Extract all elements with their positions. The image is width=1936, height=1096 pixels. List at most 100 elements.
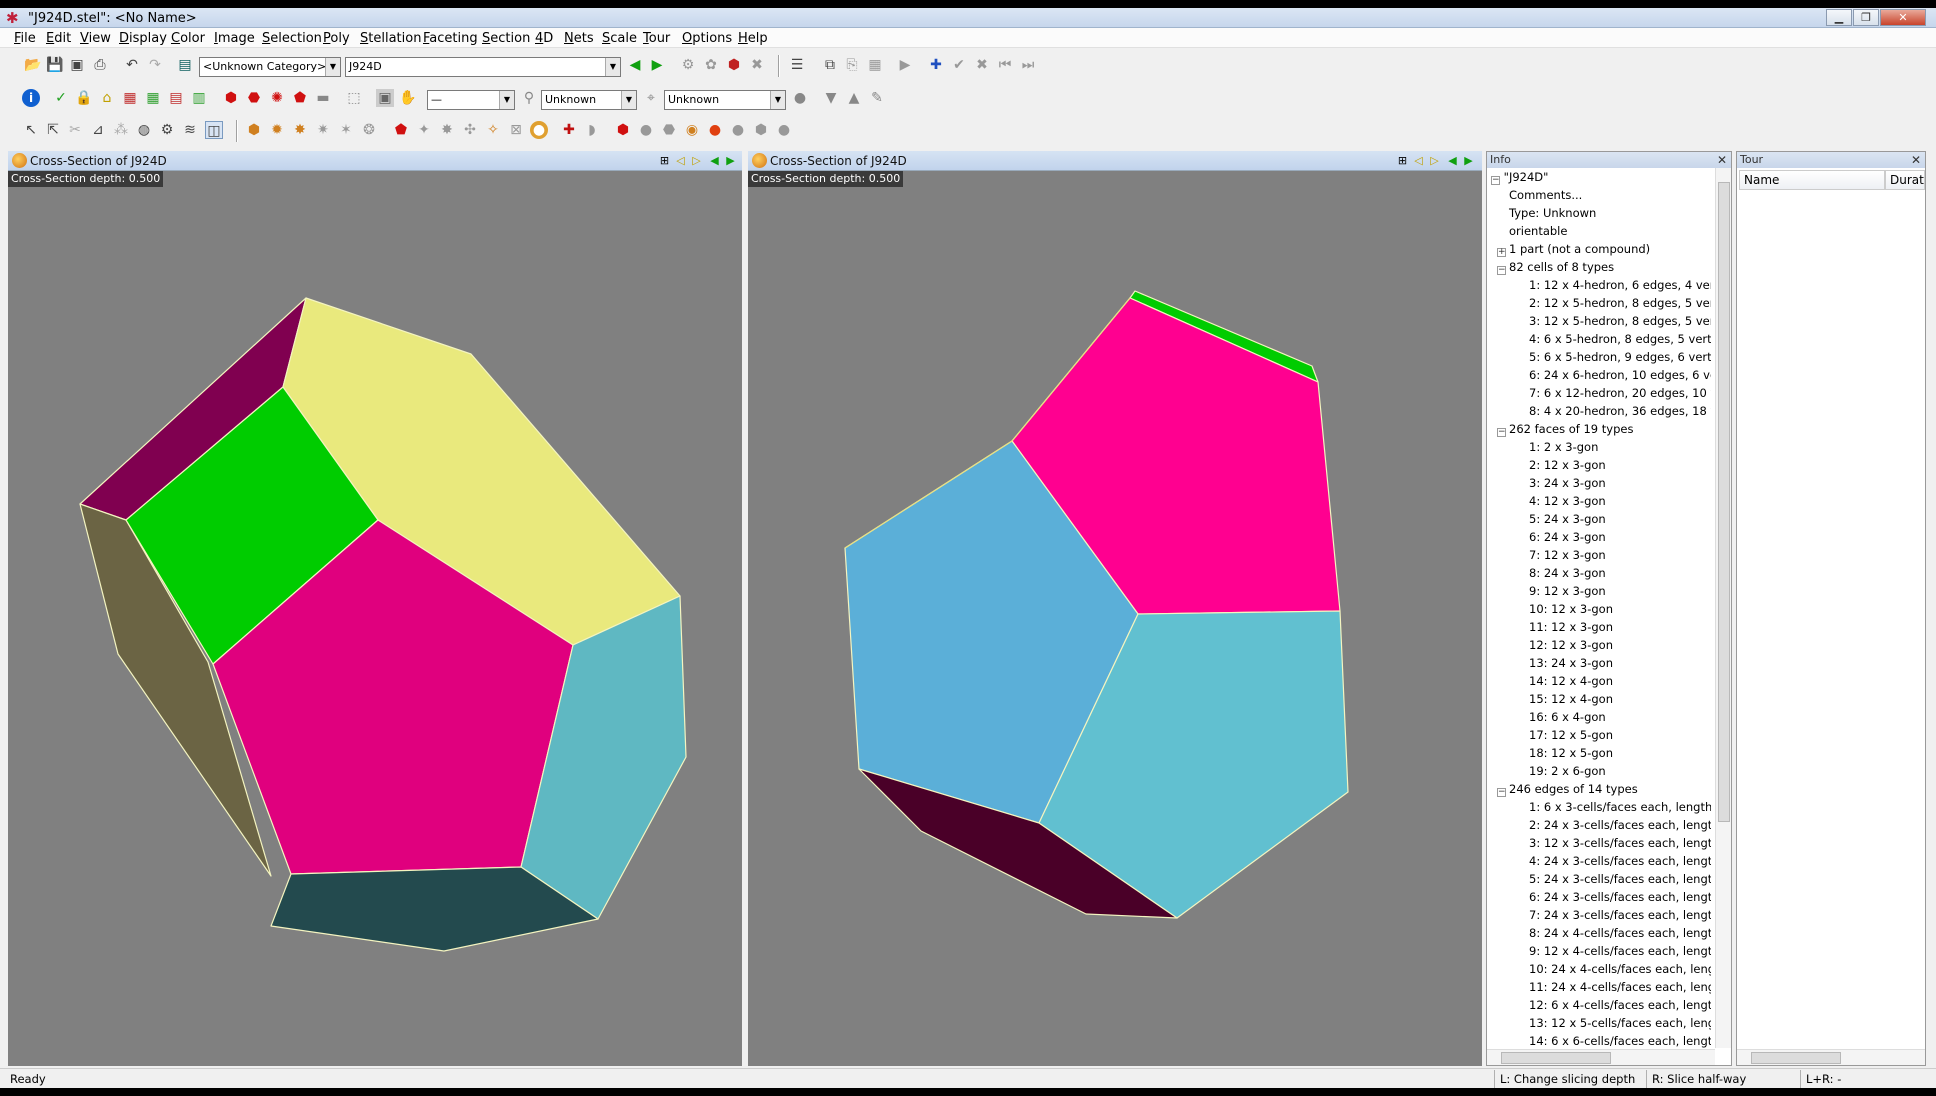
tree-leaf[interactable]: 2: 12 x 5-hedron, 8 edges, 5 ver <box>1529 294 1711 312</box>
scroll-thumb[interactable] <box>1501 1052 1611 1064</box>
grid2-icon[interactable]: ▦ <box>144 89 162 107</box>
bar-icon[interactable]: ▬ <box>314 89 332 107</box>
menu-section[interactable]: Section <box>482 31 530 46</box>
play-icon[interactable]: ▶ <box>896 56 914 74</box>
tree-leaf[interactable]: 13: 24 x 3-gon <box>1529 654 1613 672</box>
copy-icon[interactable]: ⧉ <box>821 56 839 74</box>
measure-icon[interactable]: ⊿ <box>89 121 107 139</box>
tree-leaf[interactable]: 3: 24 x 3-gon <box>1529 474 1606 492</box>
red-ball-icon[interactable]: ● <box>706 121 724 139</box>
model-combo[interactable]: J924D ▼ <box>345 57 621 77</box>
previous-model-icon[interactable]: ◀ <box>626 56 644 74</box>
tree-node[interactable]: Type: Unknown <box>1509 204 1596 222</box>
chevron-down-icon[interactable]: ▼ <box>605 58 620 76</box>
globe-icon[interactable]: ◍ <box>135 121 153 139</box>
scroll-thumb[interactable] <box>1718 182 1730 822</box>
tree-leaf[interactable]: 8: 24 x 3-gon <box>1529 564 1606 582</box>
cube-red3-icon[interactable]: ✺ <box>268 89 286 107</box>
tree-leaf[interactable]: 1: 12 x 4-hedron, 6 edges, 4 ver <box>1529 276 1711 294</box>
minimize-button[interactable]: ▁ <box>1826 9 1852 26</box>
pointer-icon[interactable]: ↖ <box>22 121 40 139</box>
tree-leaf[interactable]: 1: 2 x 3-gon <box>1529 438 1598 456</box>
chevron-down-icon[interactable]: ▼ <box>499 91 514 109</box>
frame-x-icon[interactable]: ⊠ <box>507 121 525 139</box>
grey-poly-icon[interactable]: ⬣ <box>660 121 678 139</box>
chevron-down-icon[interactable]: ▼ <box>325 58 340 76</box>
chevron-down-icon[interactable]: ▼ <box>770 91 785 109</box>
orange-ball-icon[interactable]: ● <box>530 121 548 139</box>
grid4-icon[interactable]: ▥ <box>190 89 208 107</box>
spike-icon[interactable]: ✦ <box>415 121 433 139</box>
poly-orange-icon[interactable]: ⬢ <box>245 121 263 139</box>
collapse-icon[interactable]: − <box>1497 428 1506 437</box>
close-icon[interactable]: ✕ <box>1717 152 1727 168</box>
tree-node[interactable]: −82 cells of 8 types <box>1497 258 1614 276</box>
tree-node[interactable]: +1 part (not a compound) <box>1497 240 1650 258</box>
scissors-icon[interactable]: ✂ <box>66 121 84 139</box>
line-style-combo[interactable]: — ▼ <box>427 90 515 110</box>
tree-leaf[interactable]: 7: 24 x 3-cells/faces each, lengt <box>1529 906 1711 924</box>
tree-leaf[interactable]: 11: 24 x 4-cells/faces each, leng <box>1529 978 1711 996</box>
menu-options[interactable]: Options <box>682 31 732 46</box>
disk-icon[interactable]: ▦ <box>866 56 884 74</box>
polyhedron-canvas-left[interactable] <box>8 151 742 1066</box>
tree-leaf[interactable]: 7: 6 x 12-hedron, 20 edges, 10 v <box>1529 384 1711 402</box>
collapse-icon[interactable]: − <box>1497 788 1506 797</box>
vertex-icon[interactable]: ⁂ <box>112 121 130 139</box>
last-icon[interactable]: ⏭ <box>1019 56 1037 74</box>
category-icon[interactable]: ▤ <box>176 56 194 74</box>
redo-icon[interactable]: ↷ <box>146 56 164 74</box>
expand-icon[interactable]: + <box>1497 248 1506 257</box>
tree-leaf[interactable]: 14: 12 x 4-gon <box>1529 672 1613 690</box>
tree-leaf[interactable]: 1: 6 x 3-cells/faces each, length <box>1529 798 1711 816</box>
plus-red-icon[interactable]: ✚ <box>560 121 578 139</box>
menu-stellation[interactable]: Stellation <box>360 31 421 46</box>
tree-leaf[interactable]: 3: 12 x 3-cells/faces each, lengt <box>1529 834 1711 852</box>
sphere-icon[interactable]: ● <box>791 89 809 107</box>
delete-icon[interactable]: ✖ <box>973 56 991 74</box>
column-name[interactable]: Name <box>1739 170 1885 190</box>
maximize-button[interactable]: ❐ <box>1853 9 1879 26</box>
pin-icon[interactable]: ⚲ <box>520 89 538 107</box>
dome-icon[interactable]: ◗ <box>583 121 601 139</box>
menu-file[interactable]: File <box>14 31 36 46</box>
brush-icon[interactable]: ✎ <box>868 89 886 107</box>
tree-root[interactable]: − "J924D" <box>1491 168 1548 186</box>
tree-leaf[interactable]: 6: 24 x 6-hedron, 10 edges, 6 ve <box>1529 366 1711 384</box>
grid-icon[interactable]: ▦ <box>121 89 139 107</box>
tree-leaf[interactable]: 12: 6 x 4-cells/faces each, lengt <box>1529 996 1711 1014</box>
tree-leaf[interactable]: 19: 2 x 6-gon <box>1529 762 1606 780</box>
tree-leaf[interactable]: 8: 24 x 4-cells/faces each, lengt <box>1529 924 1711 942</box>
collapse-icon[interactable]: − <box>1497 266 1506 275</box>
grid3-icon[interactable]: ▤ <box>167 89 185 107</box>
star2-icon[interactable]: ✶ <box>337 121 355 139</box>
info-horizontal-scrollbar[interactable] <box>1487 1049 1715 1065</box>
poly-orange2-icon[interactable]: ✹ <box>268 121 286 139</box>
shape-icon[interactable]: ✿ <box>702 56 720 74</box>
column-duration[interactable]: Durat <box>1885 170 1925 190</box>
tree-leaf[interactable]: 15: 12 x 4-gon <box>1529 690 1613 708</box>
red-poly-icon[interactable]: ⬢ <box>725 56 743 74</box>
menu-4d[interactable]: 4D <box>535 31 553 46</box>
undo-icon[interactable]: ↶ <box>123 56 141 74</box>
poly-orange3-icon[interactable]: ✸ <box>291 121 309 139</box>
tree-leaf[interactable]: 5: 6 x 5-hedron, 9 edges, 6 verti <box>1529 348 1711 366</box>
tree-leaf[interactable]: 10: 12 x 3-gon <box>1529 600 1613 618</box>
menu-faceting[interactable]: Faceting <box>423 31 478 46</box>
tree-node[interactable]: Comments... <box>1509 186 1582 204</box>
frame-icon[interactable]: ▣ <box>376 89 394 107</box>
cube-red2-icon[interactable]: ⬣ <box>245 89 263 107</box>
save-icon[interactable]: 💾 <box>46 56 64 74</box>
first-icon[interactable]: ⏮ <box>996 56 1014 74</box>
next-model-icon[interactable]: ▶ <box>648 56 666 74</box>
menu-color[interactable]: Color <box>171 31 205 46</box>
burst-icon[interactable]: ✸ <box>438 121 456 139</box>
tree-node[interactable]: −262 faces of 19 types <box>1497 420 1633 438</box>
grey-ball-icon[interactable]: ● <box>637 121 655 139</box>
cross-section-view-right[interactable]: Cross-Section of J924D ⊞ ◁ ▷ ◀ ▶ Cross-S… <box>748 151 1482 1066</box>
filter-b-combo[interactable]: Unknown ▼ <box>664 90 786 110</box>
tree-leaf[interactable]: 18: 12 x 5-gon <box>1529 744 1613 762</box>
save-all-icon[interactable]: ▣ <box>68 56 86 74</box>
paste-icon[interactable]: ⎘ <box>843 56 861 74</box>
tree-leaf[interactable]: 6: 24 x 3-cells/faces each, lengt <box>1529 888 1711 906</box>
